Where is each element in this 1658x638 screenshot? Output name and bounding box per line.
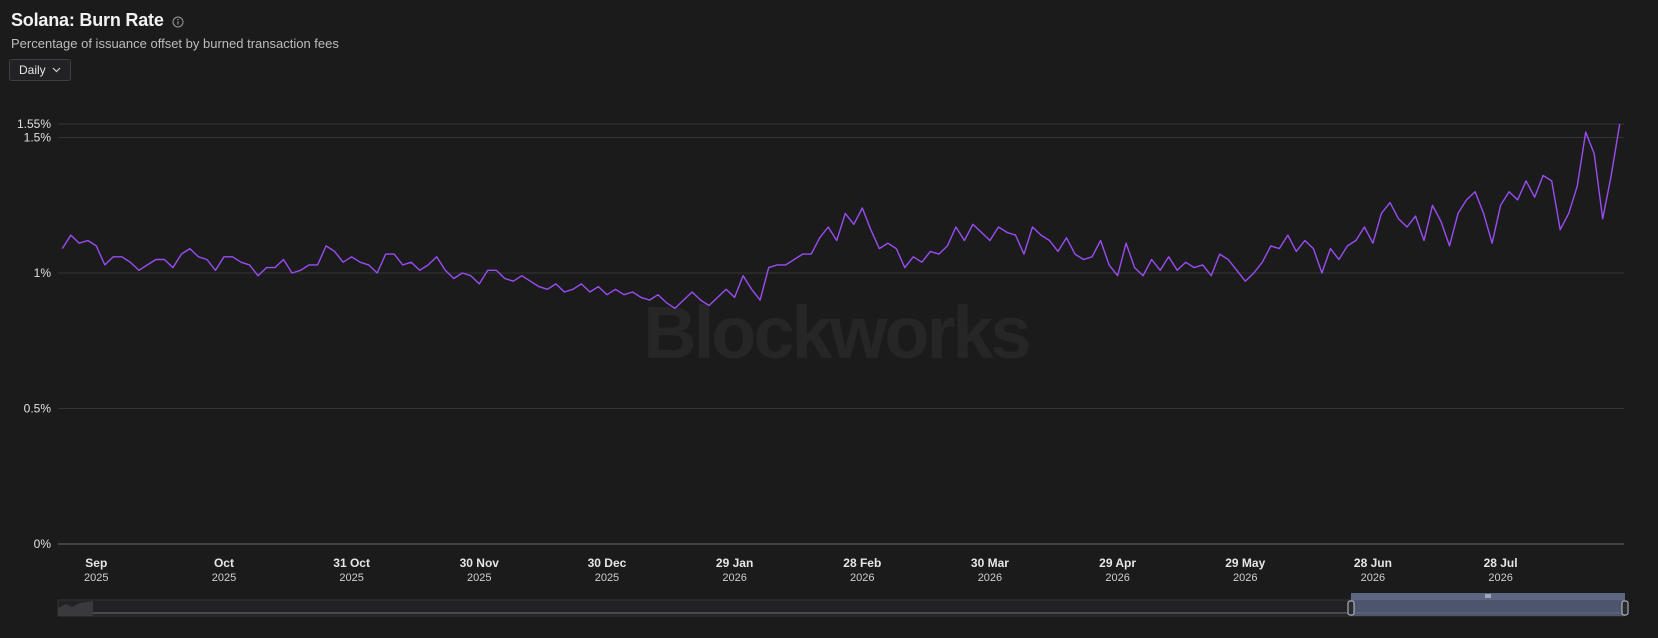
x-tick-sublabel: 2026 xyxy=(1233,572,1257,584)
x-tick-sublabel: 2026 xyxy=(722,572,746,584)
y-tick-label: 1.5% xyxy=(24,131,52,145)
x-tick-sublabel: 2025 xyxy=(84,572,108,584)
y-tick-label: 0.5% xyxy=(24,402,52,416)
x-tick-label: 28 Jul xyxy=(1484,556,1518,570)
x-tick-sublabel: 2025 xyxy=(339,572,363,584)
navigator-handle-left[interactable] xyxy=(1347,600,1355,616)
x-tick-label: 31 Oct xyxy=(333,556,370,570)
navigator-handle-right[interactable] xyxy=(1621,600,1629,616)
x-tick-label: 30 Nov xyxy=(460,556,500,570)
x-tick-label: 29 May xyxy=(1225,556,1265,570)
x-tick-sublabel: 2026 xyxy=(1105,572,1129,584)
series-line-0 xyxy=(61,123,1621,309)
x-tick-sublabel: 2025 xyxy=(595,572,619,584)
x-axis: Sep 2025 Oct 2025 31 Oct 2025 30 Nov 2025 30 Dec… xyxy=(84,556,1518,584)
x-tick-label: 29 Apr xyxy=(1099,556,1136,570)
x-tick-sublabel: 2025 xyxy=(467,572,491,584)
x-tick-label: 29 Jan xyxy=(716,556,753,570)
line-chart: Blockworks 0% 0.5% 1% 1.5%1.55% Sep 2025 Oct 2… xyxy=(17,117,1629,617)
x-tick-label: 28 Feb xyxy=(843,556,881,570)
x-tick-label: Sep xyxy=(85,556,107,570)
x-tick-sublabel: 2026 xyxy=(1488,572,1512,584)
y-tick-label: 0% xyxy=(34,537,52,551)
x-tick-sublabel: 2026 xyxy=(978,572,1002,584)
y-axis: 0% 0.5% 1% 1.5%1.55% xyxy=(17,117,51,551)
watermark-text: Blockworks xyxy=(643,291,1029,374)
x-tick-label: 30 Dec xyxy=(588,556,627,570)
x-tick-label: 28 Jun xyxy=(1354,556,1392,570)
x-tick-label: Oct xyxy=(214,556,234,570)
x-tick-sublabel: 2026 xyxy=(1361,572,1385,584)
x-tick-label: 30 Mar xyxy=(971,556,1009,570)
y-tick-label: 1% xyxy=(34,266,52,280)
navigator-selection[interactable] xyxy=(1351,600,1625,616)
y-tick-label: 1.55% xyxy=(17,117,51,131)
series xyxy=(61,123,1621,309)
x-tick-sublabel: 2026 xyxy=(850,572,874,584)
x-tick-sublabel: 2025 xyxy=(212,572,236,584)
navigator[interactable] xyxy=(57,593,1629,617)
